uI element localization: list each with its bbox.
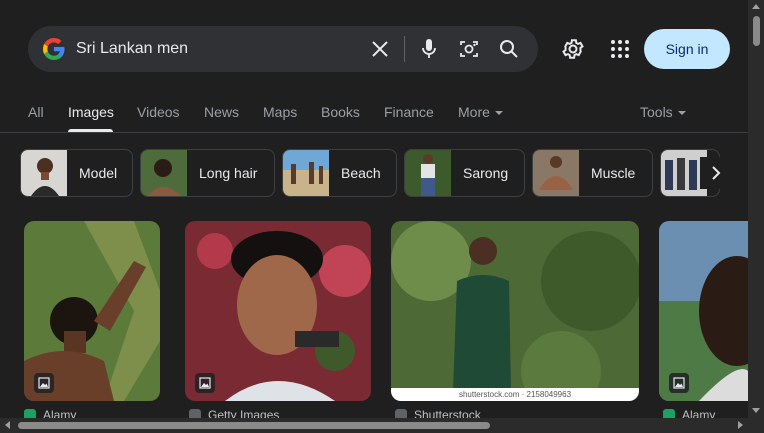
result-image — [391, 221, 639, 401]
search-icon[interactable] — [497, 37, 521, 61]
scroll-right-arrow-icon[interactable] — [738, 421, 743, 429]
tools-label: Tools — [640, 104, 673, 120]
chip-long-hair[interactable]: Long hair — [140, 149, 275, 197]
tab-images[interactable]: Images — [68, 104, 114, 120]
image-result[interactable]: shutterstock.com · 2158049963 — [391, 221, 639, 401]
chip-label: Muscle — [591, 165, 636, 181]
tab-more[interactable]: More — [458, 104, 503, 120]
tools-button[interactable]: Tools — [640, 104, 686, 120]
chip-label: Sarong — [463, 165, 509, 181]
scroll-down-arrow-icon[interactable] — [752, 408, 760, 413]
chip-thumbnail — [141, 150, 187, 196]
tabs-divider — [0, 132, 748, 133]
image-icon — [195, 373, 215, 393]
chip-label: Model — [79, 165, 118, 181]
sign-in-button[interactable]: Sign in — [644, 29, 730, 69]
chip-thumbnail — [283, 150, 329, 196]
chip-thumbnail — [533, 150, 579, 196]
scroll-left-arrow-icon[interactable] — [5, 421, 10, 429]
gear-icon[interactable] — [561, 37, 585, 61]
image-icon — [34, 373, 54, 393]
search-divider — [404, 36, 405, 62]
tab-books[interactable]: Books — [321, 104, 360, 120]
chevron-down-icon — [677, 111, 686, 116]
close-icon[interactable] — [368, 37, 392, 61]
chip-label: Beach — [341, 165, 381, 181]
chevron-right-icon — [712, 166, 721, 180]
tab-maps[interactable]: Maps — [263, 104, 297, 120]
tab-finance[interactable]: Finance — [384, 104, 434, 120]
chips-next-button[interactable] — [700, 157, 732, 189]
tab-videos[interactable]: Videos — [137, 104, 180, 120]
chip-beach[interactable]: Beach — [282, 149, 397, 197]
google-g-icon — [43, 38, 65, 60]
image-result[interactable] — [24, 221, 160, 401]
microphone-icon[interactable] — [417, 37, 441, 61]
chip-thumbnail — [405, 150, 451, 196]
horizontal-scrollbar[interactable] — [0, 418, 748, 433]
search-bar[interactable] — [28, 26, 538, 72]
chip-model[interactable]: Model — [20, 149, 133, 197]
tab-all[interactable]: All — [28, 104, 44, 120]
vertical-scroll-thumb[interactable] — [753, 16, 760, 46]
chip-label: Long hair — [199, 165, 258, 181]
camera-lens-icon[interactable] — [457, 37, 481, 61]
tab-news[interactable]: News — [204, 104, 239, 120]
apps-grid-icon[interactable] — [608, 37, 632, 61]
chevron-down-icon — [494, 111, 503, 116]
chip-muscle[interactable]: Muscle — [532, 149, 653, 197]
google-images-page: Sign in All Images Videos News Maps Book… — [0, 0, 764, 433]
search-input[interactable] — [76, 38, 356, 60]
chip-thumbnail — [21, 150, 67, 196]
tab-more-label: More — [458, 104, 490, 120]
vertical-scrollbar[interactable] — [748, 0, 764, 433]
chip-sarong[interactable]: Sarong — [404, 149, 525, 197]
image-icon — [669, 373, 689, 393]
scroll-up-arrow-icon[interactable] — [752, 4, 760, 9]
image-caption: shutterstock.com · 2158049963 — [391, 388, 639, 401]
scrollbar-corner — [748, 418, 764, 433]
horizontal-scroll-thumb[interactable] — [18, 422, 490, 429]
image-result[interactable] — [185, 221, 371, 401]
image-result[interactable] — [659, 221, 748, 401]
